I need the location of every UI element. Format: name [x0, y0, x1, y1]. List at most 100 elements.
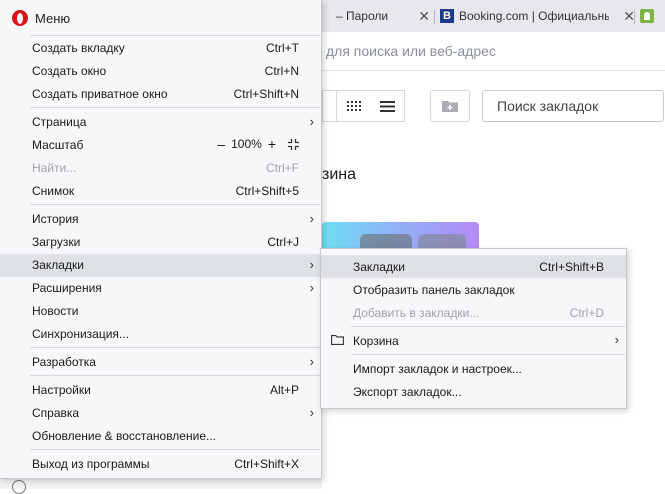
menu-item-developer[interactable]: Разработка ›	[0, 351, 321, 374]
menu-item-bookmarks[interactable]: Закладки ›	[0, 254, 321, 277]
menu-item-shortcut: Ctrl+Shift+X	[234, 457, 299, 471]
menu-item-label: Страница	[32, 115, 87, 129]
info-icon[interactable]	[12, 480, 26, 494]
menu-item-shortcut: Alt+P	[269, 383, 299, 397]
zoom-value: 100%	[231, 137, 262, 151]
menu-item-label: Найти...	[32, 161, 77, 175]
menu-item-label: Создать приватное окно	[32, 87, 168, 101]
menu-item-label: Синхронизация...	[32, 327, 129, 341]
bookmark-search[interactable]	[482, 90, 664, 122]
address-placeholder: для поиска или веб-адрес	[326, 43, 496, 59]
menu-item-label: Снимок	[32, 184, 75, 198]
grid-view-button[interactable]	[336, 90, 372, 122]
main-menu: Меню Создать вкладку Ctrl+T Создать окно…	[0, 0, 322, 479]
menu-item-find: Найти... Ctrl+F	[0, 157, 321, 180]
zoom-control: – 100% +	[217, 137, 299, 151]
submenu-item-label: Добавить в закладки...	[353, 306, 480, 320]
menu-item-update-recovery[interactable]: Обновление & восстановление...	[0, 425, 321, 448]
menu-item-label: Создать окно	[32, 64, 107, 78]
menu-item-sync[interactable]: Синхронизация...	[0, 323, 321, 346]
menu-item-label: Закладки	[32, 258, 84, 272]
menu-item-private-window[interactable]: Создать приватное окно Ctrl+Shift+N	[0, 83, 321, 106]
menu-item-label: Новости	[32, 304, 79, 318]
submenu-item-import[interactable]: Импорт закладок и настроек...	[321, 357, 626, 380]
list-view-button[interactable]	[370, 90, 405, 122]
zoom-out-button[interactable]: –	[217, 137, 225, 151]
menu-item-shortcut: Ctrl+J	[267, 235, 299, 249]
chevron-right-icon: ›	[309, 354, 314, 369]
menu-divider	[30, 375, 320, 376]
chevron-right-icon: ›	[309, 280, 314, 295]
menu-item-zoom: Масштаб – 100% +	[0, 134, 321, 157]
status-strip	[0, 478, 322, 489]
tab-android[interactable]	[640, 4, 665, 28]
submenu-divider	[351, 354, 625, 355]
tab-title: – Пароли	[336, 9, 389, 23]
android-favicon-icon	[640, 9, 654, 23]
tab-booking[interactable]: B Booking.com | Официальный ✕	[440, 4, 635, 28]
submenu-divider	[351, 326, 625, 327]
menu-divider	[30, 204, 320, 205]
submenu-item-export[interactable]: Экспорт закладок...	[321, 380, 626, 403]
menu-item-label: Масштаб	[32, 138, 84, 152]
bookmark-search-input[interactable]	[495, 97, 659, 115]
menu-item-label: Разработка	[32, 355, 96, 369]
menu-item-new-window[interactable]: Создать окно Ctrl+N	[0, 60, 321, 83]
menu-item-new-tab[interactable]: Создать вкладку Ctrl+T	[0, 37, 321, 60]
menu-item-downloads[interactable]: Загрузки Ctrl+J	[0, 231, 321, 254]
menu-divider	[30, 347, 320, 348]
new-folder-button[interactable]	[430, 90, 470, 122]
menu-divider	[30, 107, 320, 108]
menu-item-extensions[interactable]: Расширения ›	[0, 277, 321, 300]
menu-item-label: Выход из программы	[32, 457, 150, 471]
menu-item-news[interactable]: Новости	[0, 300, 321, 323]
menu-item-shortcut: Ctrl+F	[266, 161, 299, 175]
submenu-item-bookmarks[interactable]: Закладки Ctrl+Shift+B	[321, 255, 626, 278]
tab-title: Booking.com | Официальный	[459, 9, 609, 23]
menu-divider	[30, 449, 320, 450]
section-heading: зина	[322, 166, 357, 183]
submenu-item-label: Корзина	[353, 334, 399, 348]
submenu-item-label: Экспорт закладок...	[353, 385, 462, 399]
chevron-right-icon: ›	[309, 257, 314, 272]
close-icon[interactable]: ✕	[418, 8, 430, 25]
menu-item-shortcut: Ctrl+T	[266, 41, 299, 55]
menu-item-page[interactable]: Страница ›	[0, 111, 321, 134]
tab-separator	[634, 10, 635, 24]
submenu-item-trash[interactable]: Корзина ›	[321, 329, 626, 352]
submenu-item-shortcut: Ctrl+D	[569, 306, 604, 320]
menu-item-snapshot[interactable]: Снимок Ctrl+Shift+5	[0, 180, 321, 203]
menu-item-help[interactable]: Справка ›	[0, 402, 321, 425]
menu-item-shortcut: Ctrl+N	[264, 64, 299, 78]
menu-item-label: Расширения	[32, 281, 102, 295]
menu-item-label: Обновление & восстановление...	[32, 429, 216, 443]
new-folder-icon	[442, 101, 458, 112]
submenu-item-label: Закладки	[353, 260, 405, 274]
zoom-in-button[interactable]: +	[268, 137, 276, 151]
menu-divider	[30, 35, 320, 36]
tab-separator	[434, 10, 435, 24]
chevron-right-icon: ›	[309, 211, 314, 226]
menu-title: Меню	[35, 10, 71, 26]
tab-passwords[interactable]: – Пароли ✕	[322, 4, 430, 28]
booking-favicon-icon: B	[440, 9, 454, 23]
menu-item-shortcut: Ctrl+Shift+5	[235, 184, 299, 198]
chevron-right-icon: ›	[309, 405, 314, 420]
view-button[interactable]	[322, 90, 337, 122]
submenu-item-label: Отобразить панель закладок	[353, 283, 515, 297]
submenu-item-shortcut: Ctrl+Shift+B	[539, 260, 604, 274]
fullscreen-icon[interactable]	[288, 138, 299, 150]
list-icon	[379, 100, 395, 112]
menu-item-history[interactable]: История ›	[0, 208, 321, 231]
folder-icon	[331, 335, 344, 345]
menu-item-settings[interactable]: Настройки Alt+P	[0, 379, 321, 402]
menu-item-exit[interactable]: Выход из программы Ctrl+Shift+X	[0, 453, 321, 476]
submenu-item-add-bookmark: Добавить в закладки... Ctrl+D	[321, 301, 626, 324]
submenu-item-show-bookmarks-bar[interactable]: Отобразить панель закладок	[321, 278, 626, 301]
menu-item-shortcut: Ctrl+Shift+N	[233, 87, 299, 101]
menu-item-label: Справка	[32, 406, 80, 420]
chevron-right-icon: ›	[614, 332, 619, 347]
bookmarks-submenu: Закладки Ctrl+Shift+B Отобразить панель …	[320, 248, 627, 409]
opera-logo-icon	[12, 10, 28, 26]
menu-item-label: Создать вкладку	[32, 41, 125, 55]
